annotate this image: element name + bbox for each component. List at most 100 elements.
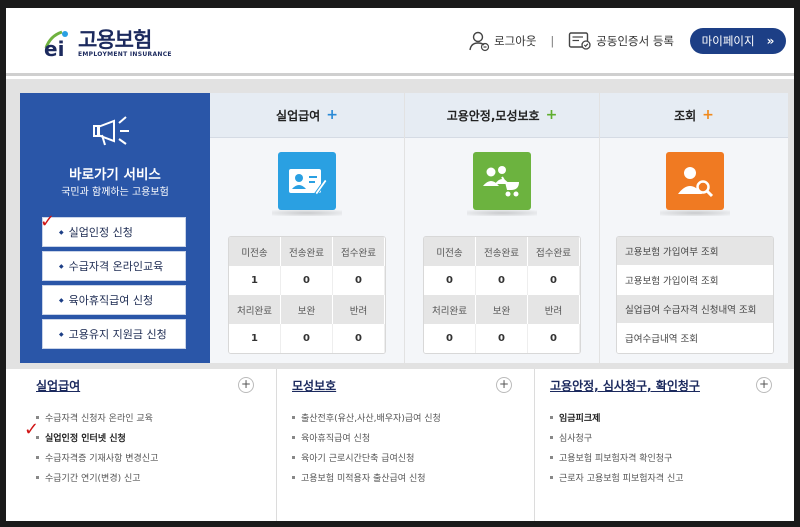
inquiry-list: 고용보험 가입여부 조회 고용보험 가입이력 조회 실업급여 수급자격 신청내역… bbox=[616, 236, 774, 354]
inquiry-item[interactable]: 실업급여 수급자격 신청내역 조회 bbox=[617, 295, 773, 324]
grid-header: 처리완료 bbox=[424, 295, 476, 324]
quick-btn-employment-retention[interactable]: 고용유지 지원금 신청 bbox=[42, 319, 186, 349]
grid-header: 보완 bbox=[281, 295, 333, 324]
section-title[interactable]: 고용안정, 심사청구, 확인청구 bbox=[550, 377, 700, 394]
grid-value[interactable]: 0 bbox=[528, 266, 580, 295]
plus-icon[interactable]: + bbox=[496, 377, 512, 393]
list-item[interactable]: 수급기간 연기(변경) 신고 bbox=[36, 467, 158, 487]
grid-header: 미전송 bbox=[424, 237, 476, 266]
bottom-unemployment-section: 실업급여 + 수급자격 신청자 온라인 교육 실업인정 인터넷 신청 수급자격증… bbox=[24, 369, 266, 521]
plus-icon: + bbox=[702, 107, 714, 123]
quick-service-title: 바로가기 서비스 bbox=[69, 167, 161, 183]
section-list: 수급자격 신청자 온라인 교육 실업인정 인터넷 신청 수급자격증 기재사항 변… bbox=[36, 407, 158, 487]
quick-btn-online-education[interactable]: 수급자격 온라인교육 bbox=[42, 251, 186, 281]
section-list: 출산전후(유산,사산,배우자)급여 신청 육아휴직급여 신청 육아기 근로시간단… bbox=[292, 407, 441, 487]
list-item[interactable]: 출산전후(유산,사산,배우자)급여 신청 bbox=[292, 407, 441, 427]
ei-logo-icon: ei bbox=[40, 26, 74, 61]
grid-header: 보완 bbox=[476, 295, 528, 324]
inquiry-item[interactable]: 고용보험 가입여부 조회 bbox=[617, 237, 773, 266]
header-actions: 로그아웃 | 공동인증서 등록 마이페이지 » bbox=[468, 28, 786, 54]
header-separator: | bbox=[550, 34, 555, 48]
panel-title: 조회 bbox=[674, 108, 697, 123]
employment-stability-panel: 고용안정,모성보호 + 미전송 전송완료 접수완료 0 0 0 처리완료 보완 … bbox=[405, 93, 599, 363]
megaphone-icon bbox=[93, 116, 129, 146]
id-card-icon bbox=[272, 152, 342, 216]
grid-header: 처리완료 bbox=[229, 295, 281, 324]
quick-btn-unemployment-recognition[interactable]: 실업인정 신청 bbox=[42, 217, 186, 247]
grid-value[interactable]: 0 bbox=[528, 324, 580, 353]
grid-header: 접수완료 bbox=[528, 237, 580, 266]
site-header: ei 고용보험 EMPLOYMENT INSURANCE 로그아웃 | 공동인증… bbox=[6, 8, 794, 76]
grid-value[interactable]: 1 bbox=[229, 266, 281, 295]
employment-stability-header[interactable]: 고용안정,모성보호 + bbox=[405, 93, 599, 138]
bottom-stability-section: 고용안정, 심사청구, 확인청구 + 임금피크제 심사청구 고용보험 피보험자격… bbox=[550, 369, 780, 521]
grid-value[interactable]: 1 bbox=[229, 324, 281, 353]
plus-icon[interactable]: + bbox=[238, 377, 254, 393]
plus-icon[interactable]: + bbox=[756, 377, 772, 393]
red-check-annotation: ✓ bbox=[24, 419, 40, 440]
site-logo[interactable]: ei 고용보험 EMPLOYMENT INSURANCE bbox=[40, 26, 172, 62]
section-list: 임금피크제 심사청구 고용보험 피보험자격 확인청구 근로자 고용보험 피보험자… bbox=[550, 407, 684, 487]
list-item[interactable]: 고용보험 피보험자격 확인청구 bbox=[550, 447, 684, 467]
grid-value[interactable]: 0 bbox=[476, 266, 528, 295]
mypage-label: 마이페이지 bbox=[701, 34, 755, 48]
family-stroller-icon bbox=[467, 152, 537, 216]
grid-value[interactable]: 0 bbox=[333, 266, 385, 295]
bottom-maternity-section: 모성보호 + 출산전후(유산,사산,배우자)급여 신청 육아휴직급여 신청 육아… bbox=[292, 369, 522, 521]
top-accent-line bbox=[576, 0, 794, 2]
panel-body: 미전송 전송완료 접수완료 0 0 0 처리완료 보완 반려 0 0 0 bbox=[405, 138, 599, 363]
grid-header: 반려 bbox=[333, 295, 385, 324]
mypage-button[interactable]: 마이페이지 » bbox=[690, 28, 786, 54]
list-item[interactable]: 육아휴직급여 신청 bbox=[292, 427, 441, 447]
stability-status-grid: 미전송 전송완료 접수완료 0 0 0 처리완료 보완 반려 0 0 0 bbox=[423, 236, 581, 354]
red-check-annotation: ✓ bbox=[40, 211, 56, 232]
grid-value[interactable]: 0 bbox=[476, 324, 528, 353]
bottom-links: 실업급여 + 수급자격 신청자 온라인 교육 실업인정 인터넷 신청 수급자격증… bbox=[6, 369, 794, 521]
section-title[interactable]: 모성보호 bbox=[292, 377, 336, 394]
grid-value[interactable]: 0 bbox=[281, 266, 333, 295]
list-item[interactable]: 수급자격 신청자 온라인 교육 bbox=[36, 407, 158, 427]
unemployment-benefit-panel: 실업급여 + 미전송 전송완료 접수완료 1 0 0 처리완료 보완 반려 1 … bbox=[210, 93, 404, 363]
unemployment-benefit-header[interactable]: 실업급여 + bbox=[210, 93, 404, 138]
list-item[interactable]: 임금피크제 bbox=[550, 407, 684, 427]
inquiry-header[interactable]: 조회 + bbox=[600, 93, 788, 138]
logo-title: 고용보험 bbox=[78, 27, 152, 52]
grid-header: 미전송 bbox=[229, 237, 281, 266]
plus-icon: + bbox=[545, 107, 558, 123]
quick-btn-parental-leave[interactable]: 육아휴직급여 신청 bbox=[42, 285, 186, 315]
column-divider bbox=[534, 369, 535, 521]
list-item[interactable]: 실업인정 인터넷 신청 bbox=[36, 427, 158, 447]
inquiry-item[interactable]: 고용보험 가입이력 조회 bbox=[617, 266, 773, 295]
list-item[interactable]: 근로자 고용보험 피보험자격 신고 bbox=[550, 467, 684, 487]
user-search-icon bbox=[660, 152, 730, 216]
grid-header: 반려 bbox=[528, 295, 580, 324]
grid-value[interactable]: 0 bbox=[424, 324, 476, 353]
panel-body: 고용보험 가입여부 조회 고용보험 가입이력 조회 실업급여 수급자격 신청내역… bbox=[600, 138, 788, 363]
page-frame: ei 고용보험 EMPLOYMENT INSURANCE 로그아웃 | 공동인증… bbox=[0, 0, 800, 527]
user-logout-icon bbox=[469, 31, 490, 52]
cert-register-link[interactable]: 공동인증서 등록 bbox=[568, 30, 674, 52]
double-chevron-right-icon: » bbox=[766, 34, 775, 48]
list-item[interactable]: 고용보험 미적용자 출산급여 신청 bbox=[292, 467, 441, 487]
svg-text:ei: ei bbox=[44, 37, 64, 60]
section-title[interactable]: 실업급여 bbox=[36, 377, 80, 394]
panel-title: 실업급여 bbox=[276, 108, 321, 123]
panel-body: 미전송 전송완료 접수완료 1 0 0 처리완료 보완 반려 1 0 0 bbox=[210, 138, 404, 363]
grid-header: 전송완료 bbox=[281, 237, 333, 266]
list-item[interactable]: 육아기 근로시간단축 급여신청 bbox=[292, 447, 441, 467]
quick-service-panel: 바로가기 서비스 국민과 함께하는 고용보험 실업인정 신청 수급자격 온라인교… bbox=[20, 93, 210, 363]
quick-service-subtitle: 국민과 함께하는 고용보험 bbox=[61, 187, 169, 198]
certificate-icon bbox=[569, 32, 591, 50]
list-item[interactable]: 심사청구 bbox=[550, 427, 684, 447]
inquiry-item[interactable]: 급여수급내역 조회 bbox=[617, 324, 773, 353]
panel-title: 고용안정,모성보호 bbox=[446, 108, 540, 123]
grid-value[interactable]: 0 bbox=[333, 324, 385, 353]
logo-subtitle: EMPLOYMENT INSURANCE bbox=[78, 50, 172, 58]
cert-register-label: 공동인증서 등록 bbox=[596, 34, 674, 48]
logout-label: 로그아웃 bbox=[494, 34, 537, 48]
list-item[interactable]: 수급자격증 기재사항 변경신고 bbox=[36, 447, 158, 467]
grid-value[interactable]: 0 bbox=[281, 324, 333, 353]
inquiry-panel: 조회 + 고용보험 가입여부 조회 고용보험 가입이력 조회 실업급여 수급자격… bbox=[600, 93, 788, 363]
grid-value[interactable]: 0 bbox=[424, 266, 476, 295]
logout-link[interactable]: 로그아웃 bbox=[468, 30, 536, 52]
